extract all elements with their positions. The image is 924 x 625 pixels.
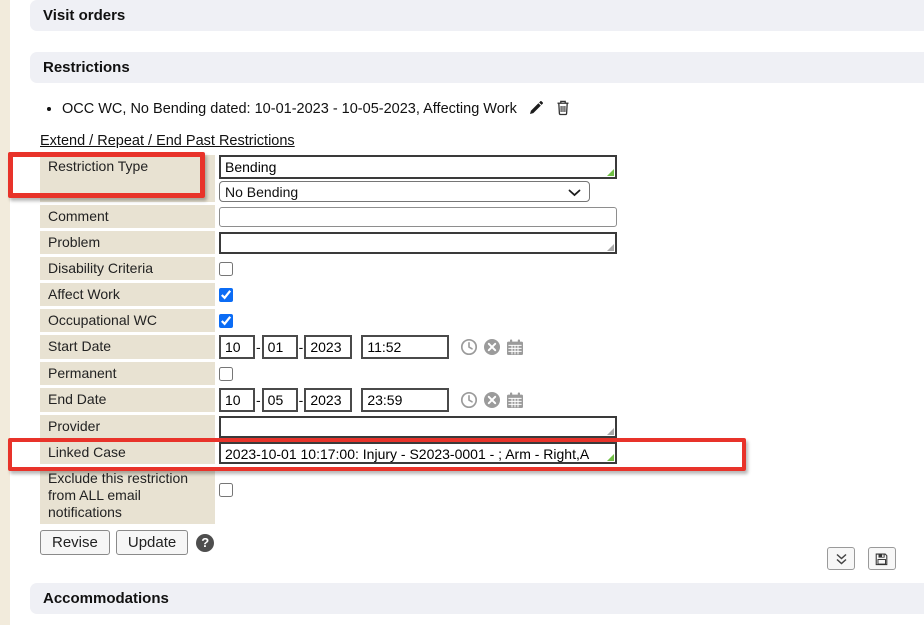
form-row-exclude-email: Exclude this restriction from ALL email … (40, 467, 640, 524)
restriction-item-text: OCC WC, No Bending dated: 10-01-2023 - 1… (62, 101, 517, 117)
restriction-list: OCC WC, No Bending dated: 10-01-2023 - 1… (0, 99, 924, 121)
problem-input[interactable] (219, 232, 617, 254)
accommodations-title: Accommodations (43, 590, 169, 607)
linked-case-input[interactable]: 2023-10-01 10:17:00: Injury - S2023-0001… (219, 442, 617, 464)
section-header-visit-orders: Visit orders (30, 0, 924, 31)
end-date-month-input[interactable] (219, 388, 255, 412)
date-separator: - (256, 339, 261, 355)
form-row-affect-work: Affect Work (40, 283, 640, 306)
affect-work-label: Affect Work (40, 283, 215, 306)
circle-x-icon[interactable] (483, 338, 501, 356)
form-row-restriction-type: Restriction Type Bending No Bending (40, 155, 640, 202)
occupational-wc-checkbox[interactable] (219, 314, 233, 328)
restriction-type-label: Restriction Type (40, 155, 215, 202)
occupational-wc-label: Occupational WC (40, 309, 215, 332)
provider-input[interactable] (219, 416, 617, 438)
disability-criteria-checkbox[interactable] (219, 262, 233, 276)
page: Visit orders Restrictions OCC WC, No Ben… (0, 0, 924, 625)
exclude-email-checkbox[interactable] (219, 483, 233, 497)
floppy-disk-icon[interactable] (868, 547, 896, 570)
problem-label: Problem (40, 231, 215, 254)
restriction-list-item: OCC WC, No Bending dated: 10-01-2023 - 1… (62, 99, 924, 121)
visit-orders-title: Visit orders (43, 7, 125, 24)
restrictions-title: Restrictions (43, 59, 130, 76)
form-button-row: Revise Update ? (40, 530, 924, 555)
form-row-linked-case: Linked Case 2023-10-01 10:17:00: Injury … (40, 441, 640, 464)
form-row-comment: Comment (40, 205, 640, 228)
date-separator: - (299, 392, 304, 408)
linked-case-label: Linked Case (40, 441, 215, 464)
form-row-start-date: Start Date - - (40, 335, 640, 359)
form-row-permanent: Permanent (40, 362, 640, 385)
calendar-icon[interactable] (506, 339, 524, 356)
exclude-email-label: Exclude this restriction from ALL email … (40, 467, 215, 524)
section-header-accommodations: Accommodations (30, 583, 924, 614)
date-separator: - (299, 339, 304, 355)
form-row-provider: Provider (40, 415, 640, 438)
question-mark-icon[interactable]: ? (196, 534, 214, 552)
update-button[interactable]: Update (116, 530, 188, 555)
end-date-year-input[interactable] (304, 388, 352, 412)
left-margin-strip (0, 0, 10, 625)
revise-button[interactable]: Revise (40, 530, 110, 555)
restriction-type-text-input[interactable]: Bending (219, 155, 617, 179)
restriction-form: Restriction Type Bending No Bending Com (40, 155, 640, 524)
double-chevron-down-icon[interactable] (827, 547, 855, 570)
affect-work-checkbox[interactable] (219, 288, 233, 302)
start-date-time-input[interactable] (361, 335, 449, 359)
extend-repeat-end-link[interactable]: Extend / Repeat / End Past Restrictions (40, 133, 295, 149)
clock-icon[interactable] (460, 391, 478, 409)
chevron-down-icon (568, 184, 581, 200)
clock-icon[interactable] (460, 338, 478, 356)
provider-label: Provider (40, 415, 215, 438)
form-row-problem: Problem (40, 231, 640, 254)
end-date-label: End Date (40, 388, 215, 412)
form-row-disability-criteria: Disability Criteria (40, 257, 640, 280)
end-date-day-input[interactable] (262, 388, 298, 412)
date-separator: - (256, 392, 261, 408)
form-row-end-date: End Date - - (40, 388, 640, 412)
start-date-day-input[interactable] (262, 335, 298, 359)
calendar-icon[interactable] (506, 392, 524, 409)
circle-x-icon[interactable] (483, 391, 501, 409)
trash-icon[interactable] (555, 99, 571, 121)
comment-input[interactable] (219, 207, 617, 227)
permanent-checkbox[interactable] (219, 367, 233, 381)
disability-criteria-label: Disability Criteria (40, 257, 215, 280)
end-date-time-input[interactable] (361, 388, 449, 412)
start-date-label: Start Date (40, 335, 215, 359)
section-header-restrictions: Restrictions (30, 52, 924, 83)
permanent-label: Permanent (40, 362, 215, 385)
start-date-year-input[interactable] (304, 335, 352, 359)
pencil-icon[interactable] (528, 100, 544, 121)
restriction-type-select[interactable]: No Bending (219, 181, 590, 202)
comment-label: Comment (40, 205, 215, 228)
restriction-type-selected-option: No Bending (225, 184, 298, 200)
start-date-month-input[interactable] (219, 335, 255, 359)
form-row-occupational-wc: Occupational WC (40, 309, 640, 332)
